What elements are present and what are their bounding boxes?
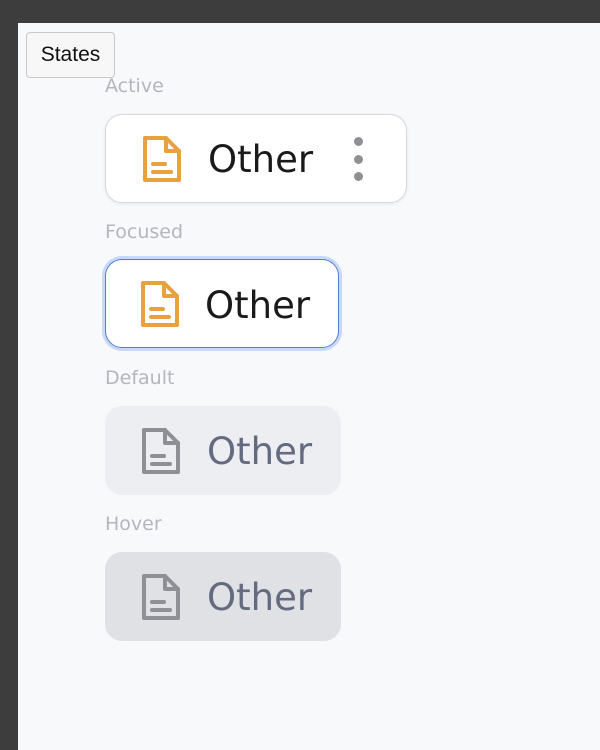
document-icon: [139, 426, 183, 476]
focused-chip[interactable]: Other: [105, 259, 339, 348]
hover-chip[interactable]: Other: [105, 552, 341, 641]
default-chip[interactable]: Other: [105, 406, 341, 495]
document-icon: [139, 572, 183, 622]
chip-label: Other: [207, 576, 313, 619]
focused-state-label: Focused: [105, 221, 184, 243]
states-tab[interactable]: States: [26, 32, 115, 78]
document-icon: [138, 279, 182, 329]
chip-label: Other: [207, 430, 313, 473]
chip-label: Other: [208, 138, 314, 181]
active-state-label: Active: [105, 75, 164, 97]
document-icon: [140, 134, 184, 184]
more-options-icon[interactable]: [351, 137, 365, 181]
active-chip[interactable]: Other: [105, 114, 407, 203]
hover-state-label: Hover: [105, 513, 162, 535]
chip-label: Other: [205, 284, 311, 327]
default-state-label: Default: [105, 367, 175, 389]
